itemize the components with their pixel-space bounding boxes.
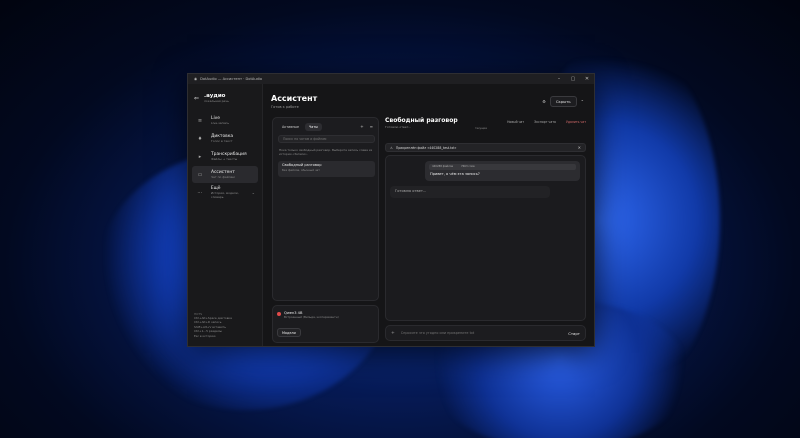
mic-icon: ♦ (197, 135, 203, 142)
window-title: DotAudio — Ассистент · DotAudio (200, 77, 263, 81)
minimize-button[interactable]: – (552, 74, 566, 84)
paperclip-icon[interactable]: + (391, 331, 395, 336)
models-button[interactable]: Модели (277, 328, 301, 337)
sidebar: ⇐ .аудио локальная речь ≡ Live Live-запис… (188, 84, 263, 346)
delete-chat-button[interactable]: Удалить чат (566, 120, 586, 124)
warning-icon: ⚠ (390, 145, 393, 150)
chat-header: Свободный разговор Готовлю ответ... теку… (385, 117, 586, 139)
attachment-size: 7663 слов (461, 164, 475, 168)
settings-icon[interactable]: ⚙ (542, 99, 546, 104)
sidebar-item-desc: История, модели, словарь (210, 191, 239, 199)
model-panel: Qwen3 4B Встроенный (Вильда, эксперимент… (272, 305, 379, 343)
chat-list-panel: Активные Чаты + ≡ Пока только свободный … (272, 117, 379, 301)
play-icon: ▸ (198, 153, 202, 160)
main-panel: Ассистент Готов к работе ⚙ Скрыть ⌃ Акти… (263, 84, 594, 346)
sidebar-item-desc: Голос в текст (211, 139, 233, 143)
hotkeys-list: HOTS Ctrl+Alt+Space диктовка Ctrl+Alt+D … (194, 312, 232, 338)
chat-item-title: Свободный разговор (282, 163, 322, 167)
chevron-down-icon: ⌄ (251, 190, 255, 195)
tab-active[interactable]: Активные (278, 123, 303, 131)
hide-button[interactable]: Скрыть (549, 96, 577, 107)
sort-icon[interactable]: ≡ (370, 124, 373, 129)
model-desc: Встроенный (Вильда, экспериментн) (284, 315, 339, 319)
sidebar-item-assistant[interactable]: ▭ Ассистент Чат по файлам (192, 166, 258, 183)
sidebar-item-desc: Файлы → тексты (211, 157, 238, 161)
sidebar-item-desc: Live-запись (211, 121, 229, 125)
page-subtitle: Готов к работе (271, 105, 299, 109)
waveform-icon: ≡ (197, 117, 203, 124)
close-icon[interactable]: ✕ (578, 145, 581, 150)
collapse-icon[interactable]: ⌃ (581, 99, 584, 104)
tab-chats[interactable]: Чаты (305, 123, 322, 131)
chat-messages: 440288 файлов 7663 слов Привет, о чём эт… (385, 155, 586, 321)
hotkey-line: Esc в историю (194, 333, 216, 338)
add-chat-icon[interactable]: + (360, 124, 363, 129)
more-icon: ⋯ (197, 189, 203, 196)
maximize-button[interactable]: ▢ (566, 74, 580, 84)
sidebar-item-dictation[interactable]: ♦ Диктовка Голос в текст (192, 130, 258, 147)
assistant-message: Готовлю ответ... (390, 186, 550, 198)
brand-sub: локальная речь (204, 99, 229, 103)
close-button[interactable]: ✕ (580, 74, 594, 84)
chat-item-sub: Без файлов, обычный чат (282, 168, 320, 172)
search-input[interactable] (278, 135, 375, 143)
page-title: Ассистент (271, 94, 318, 103)
user-message-text: Привет, о чём эта запись? (430, 172, 480, 176)
send-button[interactable]: Старт (568, 331, 580, 336)
chat-list-hint: Пока только свободный разговор. Выберите… (279, 148, 373, 156)
new-chat-button[interactable]: Новый чат (507, 120, 524, 124)
sidebar-item-live[interactable]: ≡ Live Live-запись (192, 112, 258, 129)
sidebar-item-desc: Чат по файлам (211, 175, 235, 179)
composer: + Старт (385, 325, 586, 341)
message-input[interactable] (400, 331, 569, 335)
chat-tag: текущие (475, 127, 487, 130)
user-message: 440288 файлов 7663 слов Привет, о чём эт… (425, 161, 580, 181)
attachment-chip: 440288 файлов 7663 слов (429, 164, 576, 170)
attached-file-bar: ⚠ Прикреплён файл «440288_test.txt» ✕ (385, 143, 586, 152)
back-arrow-icon[interactable]: ⇐ (194, 95, 204, 102)
sidebar-item-transcription[interactable]: ▸ Транскрибация Файлы → тексты (192, 148, 258, 165)
attachment-name: 440288 файлов (432, 164, 453, 168)
titlebar: ◉ DotAudio — Ассистент · DotAudio – ▢ ✕ (188, 74, 594, 84)
sidebar-item-more[interactable]: ⋯ Ещё История, модели, словарь ⌄ (192, 184, 258, 201)
list-item[interactable]: Свободный разговор Без файлов, обычный ч… (278, 161, 375, 177)
chat-icon: ▭ (197, 171, 203, 178)
app-window: ◉ DotAudio — Ассистент · DotAudio – ▢ ✕ … (187, 73, 595, 347)
export-chat-button[interactable]: Экспорт чата (534, 120, 556, 124)
app-icon: ◉ (194, 77, 198, 81)
attached-file-label: Прикреплён файл «440288_test.txt» (395, 145, 457, 150)
